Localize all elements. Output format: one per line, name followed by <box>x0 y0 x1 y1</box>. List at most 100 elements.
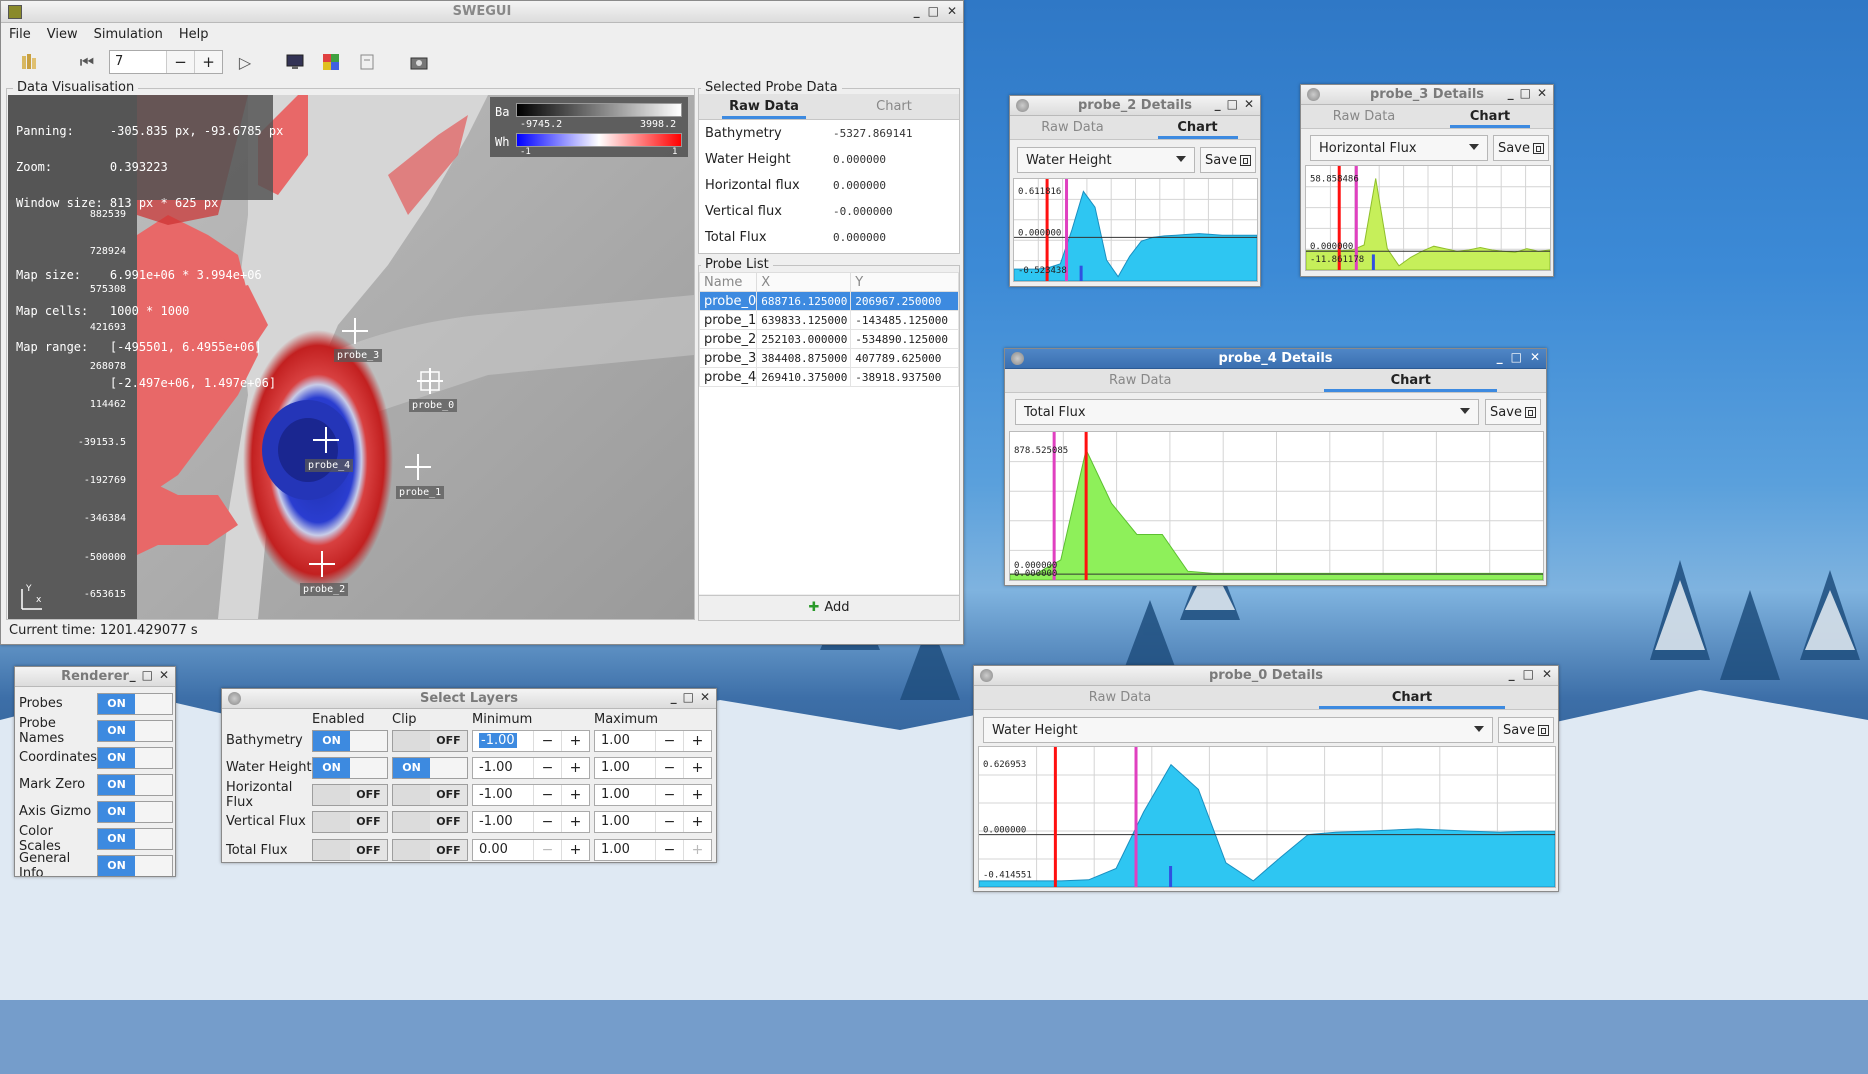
variable-select[interactable]: Total Flux <box>1015 399 1479 425</box>
crosshair-icon[interactable] <box>405 454 431 480</box>
increment-button[interactable]: + <box>683 784 711 805</box>
water-height-min-spinner[interactable]: -1.00− + <box>472 756 590 779</box>
max-value[interactable]: 1.00 <box>595 812 655 832</box>
decrement-button[interactable]: − <box>655 840 683 860</box>
rewind-icon[interactable]: ⏮ <box>73 49 101 75</box>
menu-simulation[interactable]: Simulation <box>94 27 163 42</box>
window-menu-icon[interactable] <box>980 669 993 682</box>
color-scales-toggle[interactable]: ON <box>97 827 173 850</box>
window-menu-icon[interactable] <box>1016 99 1029 112</box>
probes-toggle[interactable]: ON <box>97 692 173 715</box>
table-row[interactable]: probe_1 639833.125000 -143485.125000 <box>698 310 959 330</box>
window-menu-icon[interactable] <box>1307 88 1320 101</box>
menu-help[interactable]: Help <box>179 27 209 42</box>
vertical-flux-min-spinner[interactable]: -1.00− + <box>472 810 590 833</box>
min-value[interactable]: -1.00 <box>473 758 533 778</box>
document-icon[interactable] <box>353 49 381 75</box>
decrement-button[interactable]: − <box>533 730 561 751</box>
decrement-button[interactable]: − <box>533 784 561 805</box>
crosshair-icon[interactable] <box>309 551 335 577</box>
save-button[interactable]: Save <box>1200 147 1256 173</box>
increment-button[interactable]: + <box>683 730 711 751</box>
minimize-icon[interactable]: _ <box>1215 97 1221 111</box>
layers-icon[interactable] <box>317 49 345 75</box>
window-menu-icon[interactable] <box>228 692 241 705</box>
bathymetry-enabled-toggle[interactable]: ON <box>312 729 388 752</box>
crosshair-icon[interactable] <box>417 368 443 394</box>
map-view[interactable]: Panning: -305.835 px, -93.6785 px Zoom: … <box>8 95 694 619</box>
camera-icon[interactable] <box>405 49 433 75</box>
crosshair-icon[interactable] <box>313 427 339 453</box>
table-row[interactable]: probe_0 688716.125000 206967.250000 <box>698 291 959 311</box>
increment-button[interactable]: + <box>561 784 589 805</box>
increment-button[interactable]: + <box>683 840 711 860</box>
table-row[interactable]: probe_4 269410.375000 -38918.937500 <box>698 367 959 387</box>
min-value[interactable]: -1.00 <box>473 812 533 832</box>
close-icon[interactable]: ✕ <box>159 668 169 682</box>
table-row[interactable]: probe_3 384408.875000 407789.625000 <box>698 348 959 368</box>
frame-decrement-button[interactable]: − <box>166 51 194 73</box>
maximize-icon[interactable]: □ <box>928 4 939 18</box>
max-value[interactable]: 1.00 <box>595 758 655 778</box>
minimize-icon[interactable]: _ <box>1497 350 1503 364</box>
frame-value[interactable]: 7 <box>110 51 166 73</box>
minimize-icon[interactable]: _ <box>1509 667 1515 681</box>
max-value[interactable]: 1.00 <box>595 785 655 805</box>
crosshair-icon[interactable] <box>342 318 368 344</box>
total-flux-min-spinner[interactable]: 0.00− + <box>472 839 590 861</box>
bathymetry-min-spinner[interactable]: -1.00− + <box>472 729 590 752</box>
close-icon[interactable]: ✕ <box>1542 667 1552 681</box>
variable-select[interactable]: Water Height <box>983 717 1493 743</box>
vertical-flux-enabled-toggle[interactable]: OFF <box>312 810 388 833</box>
window-menu-icon[interactable] <box>1011 352 1024 365</box>
variable-select[interactable]: Horizontal Flux <box>1310 135 1488 161</box>
horizontal-flux-max-spinner[interactable]: 1.00− + <box>594 783 712 806</box>
increment-button[interactable]: + <box>561 757 589 778</box>
axis-gizmo-toggle[interactable]: ON <box>97 800 173 823</box>
tab-raw-data[interactable]: Raw Data <box>1010 116 1135 139</box>
decrement-button[interactable]: − <box>533 757 561 778</box>
open-icon[interactable] <box>15 49 43 75</box>
maximize-icon[interactable]: □ <box>1523 667 1534 681</box>
close-icon[interactable]: ✕ <box>947 4 957 18</box>
total-flux-clip-toggle[interactable]: OFF <box>392 839 468 861</box>
water-height-clip-toggle[interactable]: ON <box>392 756 468 779</box>
column-header-name[interactable]: Name <box>698 272 758 292</box>
coordinates-toggle[interactable]: ON <box>97 746 173 769</box>
increment-button[interactable]: + <box>683 757 711 778</box>
tab-chart[interactable]: Chart <box>1427 105 1553 128</box>
increment-button[interactable]: + <box>561 840 589 860</box>
tab-raw-data[interactable]: Raw Data <box>699 94 829 119</box>
increment-button[interactable]: + <box>683 811 711 832</box>
min-value[interactable]: -1.00 <box>479 732 517 748</box>
column-header-x[interactable]: X <box>756 272 852 292</box>
mark-zero-toggle[interactable]: ON <box>97 773 173 796</box>
frame-increment-button[interactable]: + <box>194 51 222 73</box>
total-flux-max-spinner[interactable]: 1.00− + <box>594 839 712 861</box>
tab-raw-data[interactable]: Raw Data <box>1301 105 1427 128</box>
vertical-flux-max-spinner[interactable]: 1.00− + <box>594 810 712 833</box>
save-button[interactable]: Save <box>1498 717 1554 743</box>
decrement-button[interactable]: − <box>655 757 683 778</box>
water-height-max-spinner[interactable]: 1.00− + <box>594 756 712 779</box>
probe-names-toggle[interactable]: ON <box>97 719 173 742</box>
horizontal-flux-min-spinner[interactable]: -1.00− + <box>472 783 590 806</box>
tab-chart[interactable]: Chart <box>1266 686 1558 709</box>
total-flux-enabled-toggle[interactable]: OFF <box>312 839 388 861</box>
tab-chart[interactable]: Chart <box>1276 369 1547 392</box>
max-value[interactable]: 1.00 <box>595 840 655 860</box>
decrement-button[interactable]: − <box>655 811 683 832</box>
horizontal-flux-enabled-toggle[interactable]: OFF <box>312 783 388 806</box>
close-icon[interactable]: ✕ <box>1537 86 1547 100</box>
decrement-button[interactable]: − <box>533 811 561 832</box>
min-value[interactable]: 0.00 <box>473 840 533 860</box>
water-height-enabled-toggle[interactable]: ON <box>312 756 388 779</box>
horizontal-flux-clip-toggle[interactable]: OFF <box>392 783 468 806</box>
maximize-icon[interactable]: □ <box>1227 97 1238 111</box>
monitor-icon[interactable] <box>281 49 309 75</box>
probe-0-chart[interactable]: 0.626953 0.000000 -0.414551 <box>978 746 1556 888</box>
general-info-toggle[interactable]: ON <box>97 854 173 876</box>
table-row[interactable]: probe_2 252103.000000 -534890.125000 <box>698 329 959 349</box>
maximize-icon[interactable]: □ <box>142 668 153 682</box>
column-header-y[interactable]: Y <box>850 272 959 292</box>
